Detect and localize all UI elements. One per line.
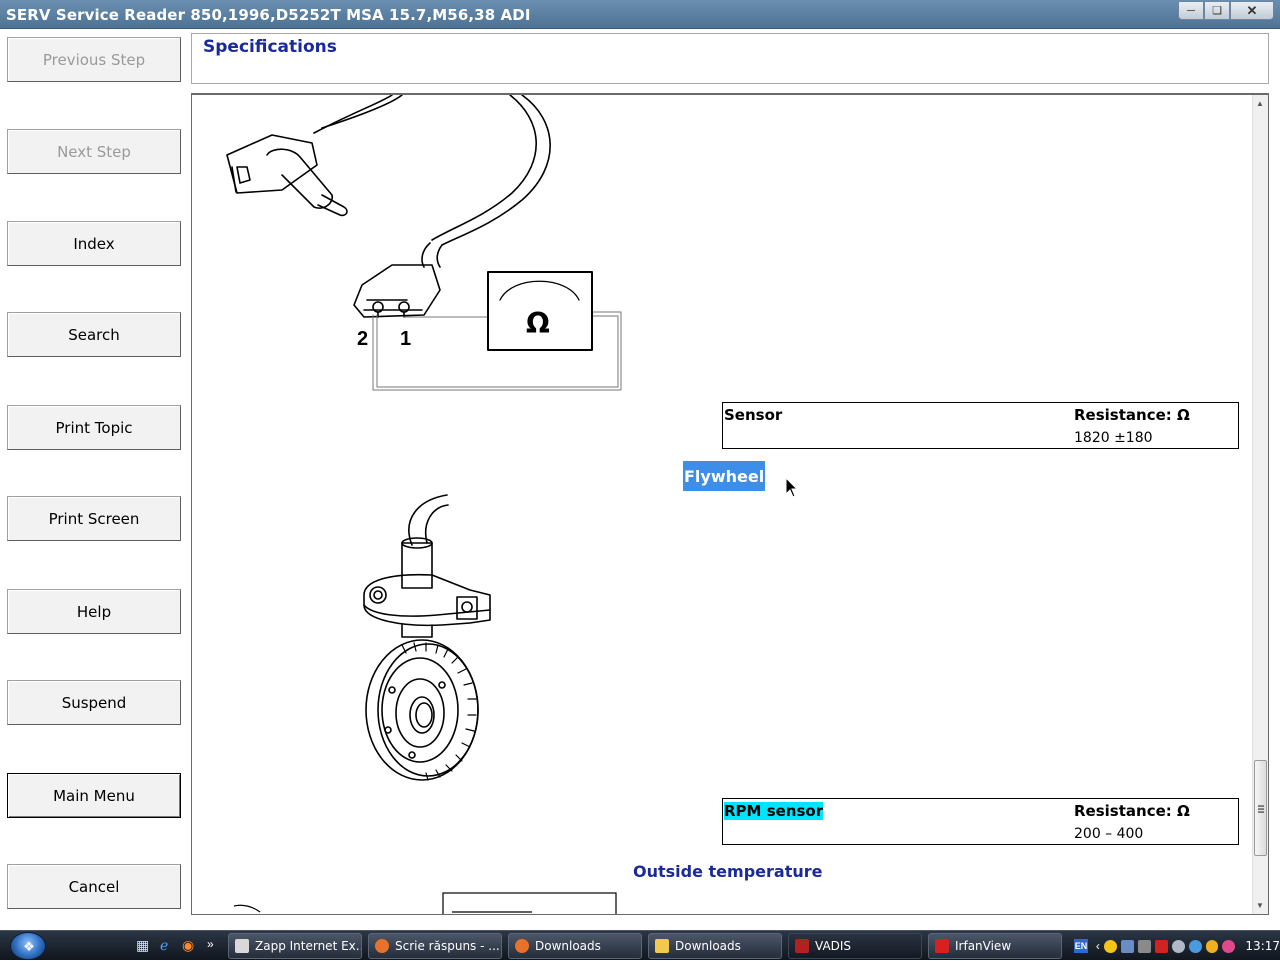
internet-explorer-icon[interactable]: ℯ	[160, 937, 168, 954]
maximize-button[interactable]: ❏	[1204, 1, 1230, 20]
page-title: Specifications	[203, 37, 337, 57]
taskbar-item-label: IrfanView	[955, 939, 1012, 953]
language-indicator[interactable]: EN	[1074, 939, 1088, 953]
restore-icon: ❏	[1212, 5, 1222, 17]
rpm-resistance-value: 200 – 400	[1074, 826, 1144, 842]
firefox-icon	[375, 939, 389, 953]
resistance-col-header: Resistance: Ω	[1074, 802, 1190, 820]
start-button[interactable]: ❖	[10, 932, 46, 960]
index-button[interactable]: Index	[7, 221, 181, 266]
help-button[interactable]: Help	[7, 589, 181, 634]
show-hidden-icons-icon[interactable]: ‹	[1096, 939, 1100, 953]
content-pane[interactable]: 2 1 Ω Sensor Resistance: Ω 1820 ±180 Fly…	[191, 93, 1269, 915]
taskbar-item[interactable]: Downloads	[648, 933, 782, 959]
outside-temperature-diagram	[233, 892, 617, 914]
resistance-col-header: Resistance: Ω	[1074, 406, 1190, 424]
minimize-icon: ─	[1187, 4, 1195, 17]
volume-icon[interactable]	[1171, 939, 1185, 953]
main-menu-button[interactable]: Main Menu	[7, 773, 181, 818]
suspend-button[interactable]: Suspend	[7, 680, 181, 725]
window-title: SERV Service Reader 850,1996,D5252T MSA …	[6, 6, 531, 24]
ohm-symbol: Ω	[526, 307, 550, 340]
pin-1-label: 1	[400, 328, 411, 350]
show-desktop-icon[interactable]: ▦	[136, 937, 149, 954]
mouse-cursor-icon	[785, 477, 799, 498]
network-icon[interactable]	[1120, 939, 1134, 953]
outside-temperature-heading: Outside temperature	[633, 862, 823, 881]
taskbar-item-label: Downloads	[675, 939, 741, 953]
vertical-scrollbar[interactable]: ▲ ▬ ▬ ▬ ▼	[1252, 95, 1268, 914]
scroll-up-icon[interactable]: ▲	[1256, 99, 1264, 108]
taskbar-item-label: Zapp Internet Ex...	[255, 939, 362, 953]
firefox-icon[interactable]: ◉	[182, 937, 194, 954]
sensor-col-header: Sensor	[724, 406, 783, 424]
ati-icon[interactable]	[1154, 939, 1168, 953]
flywheel-heading[interactable]: Flywheel	[683, 461, 765, 491]
quicklaunch-more-icon[interactable]: »	[207, 937, 214, 951]
irfanview-icon	[935, 939, 949, 953]
rpm-sensor-flywheel-diagram	[363, 494, 491, 781]
taskbar-item[interactable]: IrfanView	[928, 933, 1062, 959]
taskbar-item[interactable]: Zapp Internet Ex...	[228, 933, 362, 959]
windows-logo-icon: ❖	[23, 939, 35, 954]
minimize-button[interactable]: ─	[1178, 1, 1204, 20]
messenger-icon[interactable]	[1103, 939, 1117, 953]
vadis-app-icon	[795, 939, 809, 953]
cancel-button[interactable]: Cancel	[7, 864, 181, 909]
header-panel: Specifications	[191, 33, 1269, 84]
folder-icon	[655, 939, 669, 953]
taskbar: ❖ ▦ ℯ ◉ » Zapp Internet Ex... Scrie răsp…	[0, 930, 1280, 960]
taskbar-item[interactable]: Scrie răspuns - ...	[368, 933, 502, 959]
sensor-resistance-value: 1820 ±180	[1074, 430, 1153, 446]
window-app-icon	[235, 939, 249, 953]
print-screen-button[interactable]: Print Screen	[7, 496, 181, 541]
search-button[interactable]: Search	[7, 312, 181, 357]
app-tray-icon[interactable]	[1222, 939, 1236, 953]
navigation-panel: Previous Step Next Step Index Search Pri…	[0, 30, 188, 930]
clock[interactable]: 13:17	[1245, 939, 1280, 953]
print-topic-button[interactable]: Print Topic	[7, 405, 181, 450]
close-icon: ✕	[1246, 2, 1258, 18]
scroll-down-icon[interactable]: ▼	[1256, 901, 1264, 910]
scrollbar-thumb[interactable]: ▬ ▬ ▬	[1254, 760, 1267, 856]
grip-icon: ▬ ▬ ▬	[1258, 803, 1264, 815]
taskbar-item-label: VADIS	[815, 939, 852, 953]
sensor-ohmmeter-diagram: 2 1 Ω	[226, 95, 622, 391]
close-button[interactable]: ✕	[1230, 1, 1274, 20]
window-controls: ─ ❏ ✕	[1178, 1, 1274, 20]
taskbar-item-label: Downloads	[535, 939, 601, 953]
title-bar[interactable]: SERV Service Reader 850,1996,D5252T MSA …	[0, 0, 1280, 29]
firefox-icon	[515, 939, 529, 953]
app-tray-icon[interactable]	[1188, 939, 1202, 953]
taskbar-item[interactable]: Downloads	[508, 933, 642, 959]
next-step-button[interactable]: Next Step	[7, 129, 181, 174]
taskbar-item-label: Scrie răspuns - ...	[395, 939, 500, 953]
system-tray: EN ‹ 13:17	[1068, 931, 1280, 961]
pin-2-label: 2	[357, 328, 368, 350]
rpm-sensor-col-header: RPM sensor	[724, 802, 824, 820]
taskbar-item[interactable]: VADIS	[788, 933, 922, 959]
app-tray-icon[interactable]	[1205, 939, 1219, 953]
previous-step-button[interactable]: Previous Step	[7, 37, 181, 82]
sensor-spec-table: Sensor Resistance: Ω 1820 ±180	[722, 402, 1239, 449]
rpm-sensor-spec-table: RPM sensor Resistance: Ω 200 – 400	[722, 798, 1239, 845]
device-icon[interactable]	[1137, 939, 1151, 953]
